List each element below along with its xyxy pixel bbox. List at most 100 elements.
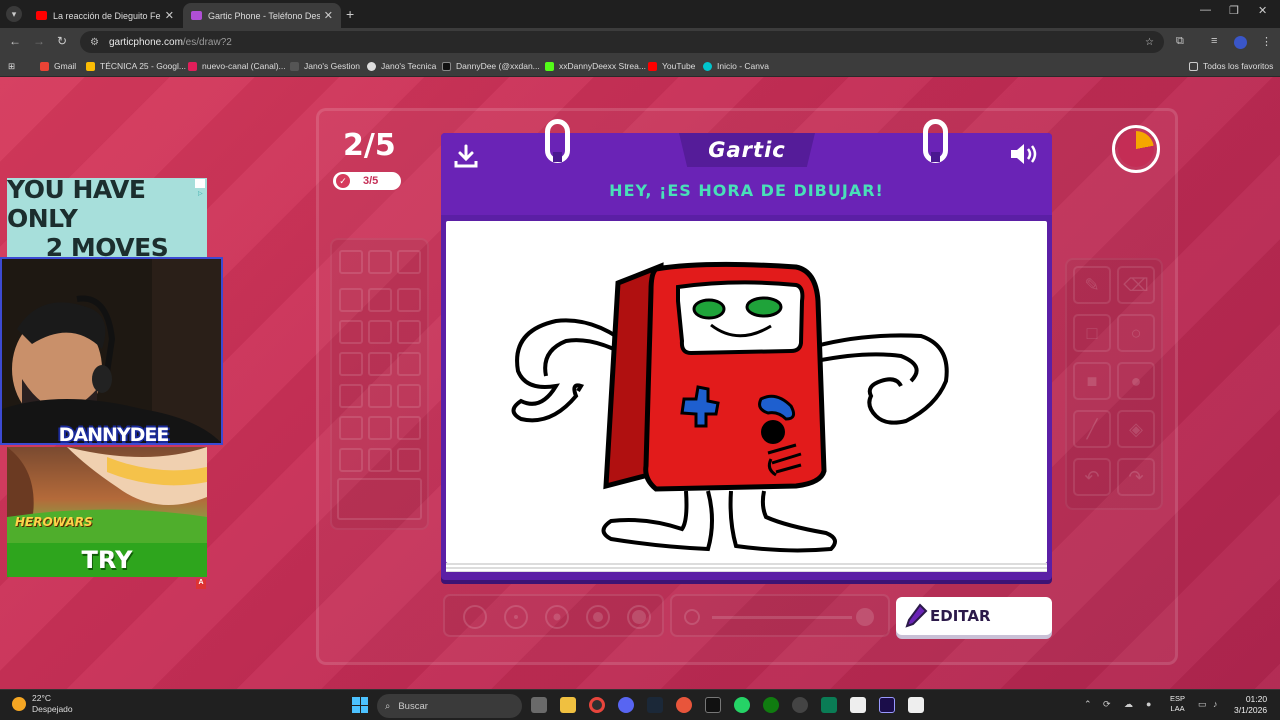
close-tab-icon[interactable]: ✕ (324, 9, 333, 22)
apps-icon[interactable]: ⊞ (8, 61, 15, 72)
edit-button[interactable]: EDITAR (896, 597, 1052, 635)
forward-icon[interactable]: → (33, 34, 45, 48)
sound-icon[interactable] (1009, 141, 1039, 167)
pen-tool-icon[interactable]: ✎ (1073, 266, 1111, 304)
undo-icon[interactable]: ↶ (1073, 458, 1111, 496)
close-tab-icon[interactable]: ✕ (165, 9, 174, 22)
eraser-tool-icon[interactable]: ⌫ (1117, 266, 1155, 304)
opacity-slider[interactable] (670, 594, 890, 637)
ad-banner-top[interactable]: YOU HAVE ONLY 2 MOVES ▷ (7, 175, 207, 262)
ad-info-icon[interactable]: ▷ (195, 179, 205, 197)
fill-bucket-tool-icon[interactable]: ◈ (1117, 410, 1155, 448)
brush-size-option[interactable] (504, 605, 528, 629)
microphone-icon[interactable]: ● (1146, 699, 1151, 709)
bookmark-kick[interactable]: xxDannyDeexx Strea... (545, 61, 646, 71)
bookmark-star-icon[interactable]: ☆ (1145, 37, 1154, 48)
color-swatch[interactable] (397, 352, 421, 376)
profile-avatar[interactable] (1234, 36, 1247, 49)
ad-cta-button[interactable]: TRY (7, 543, 207, 577)
color-swatch[interactable] (339, 416, 363, 440)
brush-size-option[interactable] (586, 605, 610, 629)
rectangle-tool-icon[interactable]: □ (1073, 314, 1111, 352)
taskbar-search[interactable]: ⌕ Buscar (377, 694, 522, 718)
chrome-icon[interactable] (589, 697, 605, 713)
whatsapp-icon[interactable] (734, 697, 750, 713)
brush-size-option[interactable] (545, 605, 569, 629)
tab-search-button[interactable]: ▾ (6, 6, 22, 22)
filled-rectangle-tool-icon[interactable]: ■ (1073, 362, 1111, 400)
clock[interactable]: 01:20 3/1/2026 (1234, 694, 1267, 716)
color-swatch[interactable] (368, 250, 392, 274)
bookmark-jano-tecnica[interactable]: Jano's Tecnica (367, 61, 436, 71)
ad-choices-icon[interactable]: A (196, 579, 206, 589)
color-swatch[interactable] (397, 384, 421, 408)
line-tool-icon[interactable]: ╱ (1073, 410, 1111, 448)
firefox-icon[interactable] (676, 697, 692, 713)
color-swatch[interactable] (368, 416, 392, 440)
file-explorer-icon[interactable] (560, 697, 576, 713)
ellipse-tool-icon[interactable]: ○ (1117, 314, 1155, 352)
capcut-icon[interactable] (850, 697, 866, 713)
filled-ellipse-tool-icon[interactable]: ● (1117, 362, 1155, 400)
tray-overflow-icon[interactable]: ⌃ (1084, 699, 1092, 710)
all-bookmarks[interactable]: Todos los favoritos (1189, 61, 1273, 71)
color-swatch[interactable] (339, 320, 363, 344)
opacity-handle[interactable] (856, 608, 874, 626)
restore-button[interactable]: ❐ (1229, 4, 1239, 17)
opacity-track[interactable] (712, 616, 852, 619)
color-swatch[interactable] (339, 384, 363, 408)
redo-icon[interactable]: ↷ (1117, 458, 1155, 496)
media-icon[interactable]: ≡ (1211, 35, 1217, 47)
start-button[interactable] (352, 697, 368, 713)
drawing-canvas[interactable] (446, 221, 1047, 563)
bookmark-slack[interactable]: nuevo-canal (Canal)... (188, 61, 286, 71)
bookmark-jano-gestion[interactable]: Jano's Gestion (290, 61, 360, 71)
xbox-icon[interactable] (763, 697, 779, 713)
tab-gartic[interactable]: Gartic Phone - Teléfono Descon ✕ (183, 3, 341, 28)
cloud-icon[interactable]: ☁ (1124, 699, 1133, 710)
address-bar[interactable]: ⚙ garticphone.com/es/draw?2 ☆ (80, 31, 1164, 53)
color-swatch[interactable] (397, 288, 421, 312)
brush-size-option[interactable] (463, 605, 487, 629)
brush-size-option[interactable] (627, 605, 651, 629)
reload-icon[interactable]: ↻ (57, 34, 67, 48)
close-window-button[interactable]: ✕ (1258, 4, 1267, 17)
extensions-icon[interactable]: ⧉ (1176, 35, 1184, 48)
minimize-button[interactable]: — (1200, 4, 1211, 16)
network-icon[interactable]: ▭ (1198, 699, 1207, 710)
premiere-icon[interactable] (879, 697, 895, 713)
menu-icon[interactable]: ⋮ (1261, 35, 1272, 48)
download-icon[interactable] (453, 143, 479, 169)
app-icon[interactable] (792, 697, 808, 713)
ad-banner-bottom[interactable]: HEROWARS TRY (7, 447, 207, 577)
steam-icon[interactable] (647, 697, 663, 713)
discord-icon[interactable] (618, 697, 634, 713)
sync-icon[interactable]: ⟳ (1103, 699, 1111, 710)
bookmark-youtube[interactable]: YouTube (648, 61, 695, 71)
color-swatch[interactable] (368, 448, 392, 472)
color-swatch[interactable] (368, 288, 392, 312)
color-swatch[interactable] (368, 352, 392, 376)
capcut-icon[interactable] (908, 697, 924, 713)
color-swatch[interactable] (339, 352, 363, 376)
color-swatch[interactable] (339, 250, 363, 274)
site-info-icon[interactable]: ⚙ (90, 37, 99, 48)
color-swatch[interactable] (368, 320, 392, 344)
custom-color-swatch[interactable] (337, 478, 422, 520)
new-tab-button[interactable]: + (346, 6, 354, 22)
color-swatch[interactable] (397, 320, 421, 344)
app-icon[interactable] (821, 697, 837, 713)
back-icon[interactable]: ← (9, 34, 21, 48)
bookmark-tiktok[interactable]: DannyDee (@xxdan... (442, 61, 540, 71)
volume-icon[interactable]: ♪ (1213, 699, 1218, 709)
color-swatch[interactable] (339, 288, 363, 312)
keyboard-language[interactable]: ESP LAA (1170, 694, 1185, 714)
bookmark-gmail[interactable]: Gmail (40, 61, 76, 71)
task-view-icon[interactable] (531, 697, 547, 713)
color-swatch[interactable] (397, 448, 421, 472)
bookmark-tecnica[interactable]: TÉCNICA 25 - Googl... (86, 61, 186, 71)
color-swatch[interactable] (397, 416, 421, 440)
tab-youtube[interactable]: La reacción de Dieguito Fernan ✕ (28, 3, 182, 28)
color-swatch[interactable] (368, 384, 392, 408)
bookmark-canva[interactable]: Inicio - Canva (703, 61, 769, 71)
